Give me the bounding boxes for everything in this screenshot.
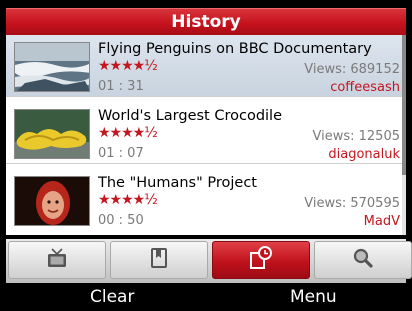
video-list[interactable]: Flying Penguins on BBC Documentary ★★★★½…: [6, 35, 406, 235]
tab-bar: [6, 239, 412, 283]
video-duration: 01 : 07: [98, 146, 144, 161]
tv-icon: [45, 246, 69, 274]
tab-videos[interactable]: [8, 241, 106, 279]
softkey-bar: Clear Menu: [0, 287, 412, 311]
menu-softkey[interactable]: Menu: [290, 287, 337, 307]
tab-bookmarks[interactable]: [110, 241, 208, 279]
clear-softkey[interactable]: Clear: [90, 287, 134, 307]
video-duration: 00 : 50: [98, 213, 144, 228]
search-icon: [351, 246, 375, 274]
video-thumbnail: [14, 109, 90, 159]
video-title: World's Largest Crocodile: [98, 108, 283, 124]
scrollbar-thumb[interactable]: [402, 35, 406, 175]
app-window: History Flying Penguins on BBC Documenta…: [0, 0, 412, 311]
video-duration: 01 : 31: [98, 79, 144, 94]
list-item[interactable]: World's Largest Crocodile ★★★★½ 01 : 07 …: [6, 102, 406, 164]
history-icon: [247, 245, 275, 275]
video-author[interactable]: MadV: [364, 214, 400, 229]
video-author[interactable]: diagonaluk: [328, 147, 400, 162]
scrollbar[interactable]: [402, 35, 406, 235]
rating-stars: ★★★★½: [98, 58, 158, 74]
tab-search[interactable]: [314, 241, 412, 279]
video-title: Flying Penguins on BBC Documentary: [98, 41, 372, 57]
tab-history[interactable]: [212, 241, 310, 279]
bookmark-icon: [147, 246, 171, 274]
view-count: Views: 570595: [304, 196, 400, 211]
view-count: Views: 12505: [312, 129, 401, 144]
video-thumbnail: [14, 176, 90, 226]
video-thumbnail: [14, 42, 90, 92]
row-divider: [6, 96, 406, 97]
rating-stars: ★★★★½: [98, 125, 158, 141]
row-divider: [6, 163, 406, 164]
page-title: History: [6, 8, 406, 35]
video-title: The "Humans" Project: [98, 175, 257, 191]
view-count: Views: 689152: [304, 62, 400, 77]
list-item[interactable]: Flying Penguins on BBC Documentary ★★★★½…: [6, 35, 406, 97]
video-author[interactable]: coffeesash: [330, 80, 400, 95]
rating-stars: ★★★★½: [98, 192, 158, 208]
list-item[interactable]: The "Humans" Project ★★★★½ 00 : 50 Views…: [6, 169, 406, 231]
